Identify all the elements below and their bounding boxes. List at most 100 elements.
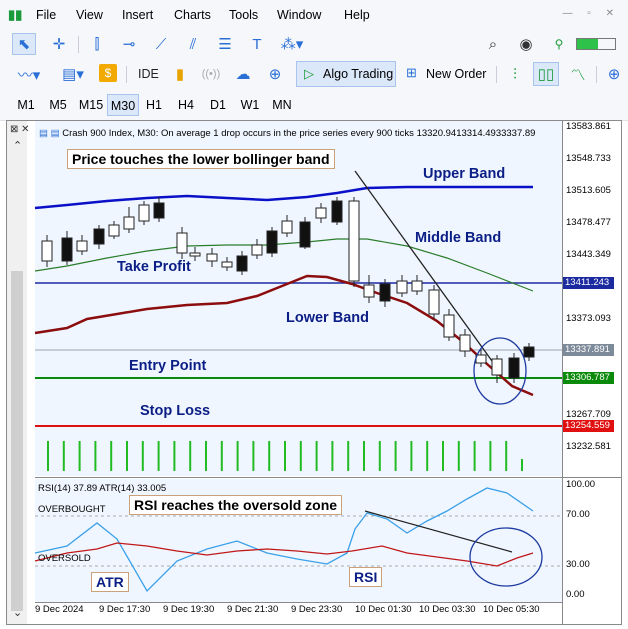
algo-trading-button[interactable]: ▷ Algo Trading [296, 61, 396, 87]
volume-bar [141, 441, 144, 471]
candle-body [236, 255, 248, 272]
chart-canvas[interactable]: ⊠ ✕ ⌃ ⌄ [7, 121, 621, 624]
rsi-tick: 70.00 [566, 509, 590, 520]
rsi-tick: 0.00 [566, 589, 585, 600]
chart-window[interactable]: ⊠ ✕ ⌃ ⌄ ▤ ▤ Crash 900 Index, M30: On ave… [6, 120, 622, 625]
new-order-label: New Order [426, 67, 487, 81]
candle-body [281, 220, 293, 234]
separator [126, 66, 127, 83]
label-take-profit: Take Profit [117, 259, 191, 275]
menu-tools[interactable]: Tools [229, 8, 258, 22]
time-tick: 9 Dec 21:30 [227, 604, 279, 615]
rsi-tick: 100.00 [566, 479, 596, 490]
chevron-down-icon[interactable]: ⌄ [13, 607, 22, 619]
candle-body [491, 358, 503, 376]
lock-icon[interactable]: ▮ [170, 63, 190, 85]
timeframe-h4[interactable]: H4 [172, 94, 200, 116]
crosshair-icon[interactable]: ✛ [48, 33, 70, 55]
candle-body [61, 237, 73, 262]
window-controls[interactable]: — ▫ ✕ [563, 8, 620, 19]
time-tick: 10 Dec 01:30 [355, 604, 412, 615]
candle-body [315, 207, 327, 219]
price-tick: 13583.861 [566, 121, 611, 132]
chevron-up-icon[interactable]: ⌃ [13, 140, 22, 152]
vertical-line-icon[interactable]: ⫿ [86, 33, 108, 55]
shapes-icon[interactable]: ⁂▾ [278, 33, 306, 55]
volume-bar [426, 441, 429, 471]
search-icon[interactable]: ⌕ [482, 33, 504, 55]
volume-bar [236, 441, 239, 471]
volume-bar [173, 441, 176, 471]
level-icon[interactable]: ⚲ [548, 33, 570, 55]
candle-body [523, 346, 535, 358]
timeframe-m1[interactable]: M1 [12, 94, 40, 116]
label-middle-band: Middle Band [415, 230, 502, 246]
scrollbar-thumb[interactable] [11, 271, 23, 611]
text-tool-icon[interactable]: T [246, 33, 268, 55]
vps-icon[interactable]: ⊕ [264, 63, 286, 85]
bar-chart-icon[interactable]: ⫶ [504, 63, 526, 85]
menu-view[interactable]: View [76, 8, 103, 22]
volume-bar [331, 441, 334, 471]
label-stop-loss: Stop Loss [140, 403, 211, 419]
horizontal-line-icon[interactable]: ⊸ [118, 33, 140, 55]
zoom-in-icon[interactable]: ⊕ [603, 63, 625, 85]
timeframe-h1[interactable]: H1 [140, 94, 168, 116]
line-chart-icon[interactable]: 〽 [567, 63, 589, 85]
volume-bar [284, 441, 286, 471]
menu-file[interactable]: File [36, 8, 56, 22]
volume-bar [410, 441, 413, 471]
label-entry-point: Entry Point [129, 358, 207, 374]
timeframe-w1[interactable]: W1 [236, 94, 264, 116]
volume-bar [126, 441, 128, 471]
candle-body [176, 232, 188, 254]
separator [78, 36, 79, 53]
chart-icon: ▤ [50, 128, 60, 139]
candle-body [108, 224, 120, 237]
candle-body [221, 261, 233, 268]
signals-icon[interactable]: ((•)) [200, 63, 222, 85]
timeframe-d1[interactable]: D1 [204, 94, 232, 116]
price-tick: 13548.733 [566, 153, 611, 164]
channel-icon[interactable]: ⫽ [182, 33, 204, 55]
market-icon[interactable]: $ [99, 64, 117, 82]
candle-body [428, 289, 440, 315]
candle-body [396, 280, 408, 294]
volume-bar [47, 441, 49, 471]
time-axis[interactable]: 9 Dec 2024 9 Dec 17:30 9 Dec 19:30 9 Dec… [35, 604, 565, 620]
indicators-icon[interactable]: ▤▾ [54, 63, 92, 85]
time-tick: 9 Dec 23:30 [291, 604, 343, 615]
app-logo-icon: ▮▮ [8, 7, 23, 22]
time-tick: 9 Dec 17:30 [99, 604, 151, 615]
chart-type-icon[interactable]: 〰▾ [12, 63, 46, 85]
chart-controls[interactable]: ⊠ ✕ [10, 124, 30, 135]
timeframe-m15[interactable]: M15 [76, 94, 106, 116]
timeframe-mn[interactable]: MN [268, 94, 296, 116]
menu-bar: ▮▮ File View Insert Charts Tools Window … [0, 0, 628, 31]
new-order-button[interactable]: ⊞ New Order [404, 63, 490, 85]
time-tick: 10 Dec 03:30 [419, 604, 476, 615]
annotation-price-touches: Price touches the lower bollinger band [67, 149, 335, 169]
menu-window[interactable]: Window [277, 8, 321, 22]
timeframe-m30[interactable]: M30 [107, 94, 139, 116]
drawing-toolbar: ⬉ ✛ ⫿ ⊸ ⟋ ⫽ ☰ T ⁂▾ ⌕ ◉ ⚲ [0, 30, 628, 60]
candle-body [93, 228, 105, 245]
menu-help[interactable]: Help [344, 8, 370, 22]
volume-bar [315, 441, 318, 471]
cursor-icon[interactable]: ⬉ [12, 33, 36, 55]
trendline-icon[interactable]: ⟋ [150, 33, 172, 55]
main-toolbar: 〰▾ ▤▾ $ IDE ▮ ((•)) ☁ ⊕ ▷ Algo Trading ⊞… [0, 59, 628, 90]
account-icon[interactable]: ◉ [515, 33, 537, 55]
ide-button[interactable]: IDE [138, 67, 159, 81]
volume-bar [205, 441, 207, 471]
candle-body [41, 240, 53, 262]
cloud-icon[interactable]: ☁ [232, 63, 254, 85]
candlestick-icon[interactable]: ▯▯ [533, 62, 559, 86]
volume-bar [252, 441, 255, 471]
menu-insert[interactable]: Insert [122, 8, 153, 22]
menu-charts[interactable]: Charts [174, 8, 211, 22]
fibonacci-icon[interactable]: ☰ [214, 33, 236, 55]
price-tick: 13478.477 [566, 217, 611, 228]
timeframe-m5[interactable]: M5 [44, 94, 72, 116]
label-lower-band: Lower Band [286, 310, 369, 326]
